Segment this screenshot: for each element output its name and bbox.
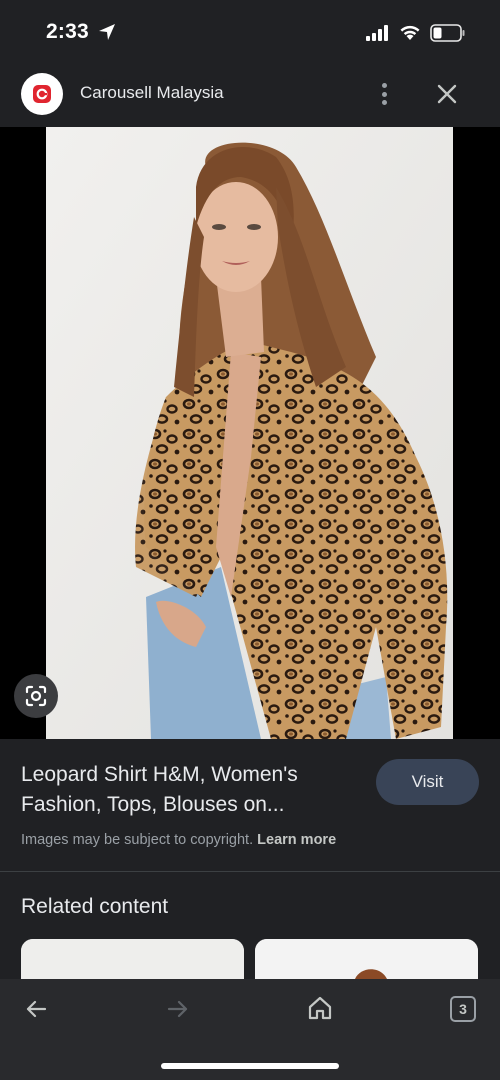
status-time: 2:33: [46, 20, 89, 43]
google-lens-icon[interactable]: [14, 674, 58, 718]
more-vert-icon[interactable]: [372, 80, 396, 108]
leopard-shirt-photo: [46, 127, 453, 739]
site-name[interactable]: Carousell Malaysia: [80, 83, 224, 103]
product-photo[interactable]: [46, 127, 453, 739]
arrow-back-icon[interactable]: [24, 997, 48, 1021]
result-title[interactable]: Leopard Shirt H&M, Women's Fashion, Tops…: [21, 760, 361, 820]
wifi-icon: [400, 25, 420, 40]
close-icon[interactable]: [434, 81, 460, 107]
viewer-header: Carousell Malaysia: [0, 66, 500, 127]
learn-more-link[interactable]: Learn more: [257, 832, 336, 848]
related-content-heading: Related content: [21, 895, 169, 918]
image-preview-area: [0, 127, 500, 739]
copyright-text: Images may be subject to copyright.: [21, 832, 254, 848]
battery-icon: [430, 24, 465, 42]
arrow-forward-icon[interactable]: [166, 997, 190, 1021]
home-indicator[interactable]: [161, 1063, 339, 1069]
result-info: Leopard Shirt H&M, Women's Fashion, Tops…: [0, 739, 500, 871]
section-divider: [0, 871, 500, 872]
visit-button[interactable]: Visit: [376, 759, 479, 805]
cellular-signal-icon: [366, 25, 388, 41]
status-bar: 2:33: [0, 0, 500, 66]
home-icon[interactable]: [307, 995, 333, 1021]
location-arrow-icon: [99, 24, 115, 40]
copyright-notice: Images may be subject to copyright. Lear…: [21, 832, 336, 848]
tab-switcher-button[interactable]: 3: [450, 996, 476, 1022]
carousell-logo-icon[interactable]: [21, 73, 63, 115]
